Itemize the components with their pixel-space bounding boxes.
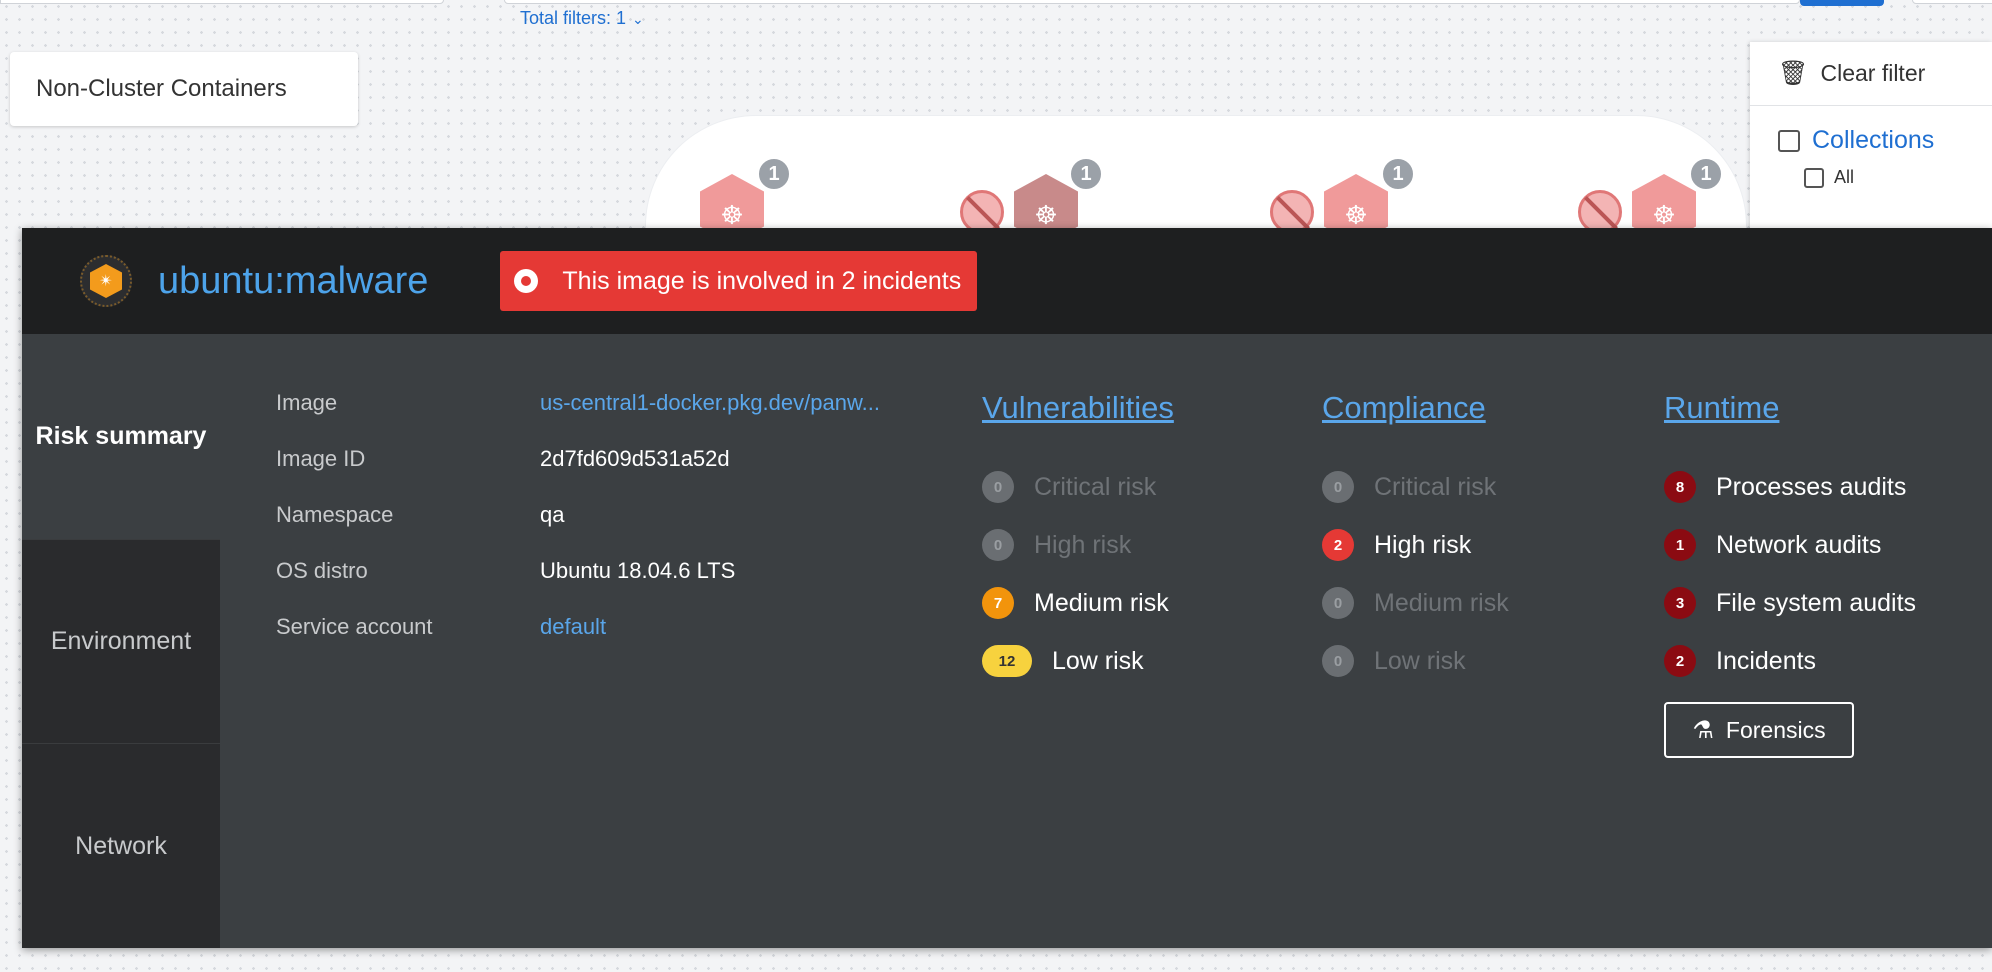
audit-label: Incidents (1716, 646, 1817, 675)
count-badge: 7 (982, 587, 1014, 619)
risk-label: Critical risk (1034, 472, 1157, 501)
compliance-section: Compliance 0 Critical risk 2 High risk 0… (1322, 390, 1509, 690)
forensics-button[interactable]: ⚗ Forensics (1664, 702, 1854, 758)
all-collections-filter[interactable]: All (1750, 167, 1992, 188)
risk-label: Low risk (1374, 646, 1466, 675)
count-badge: 2 (1664, 645, 1696, 677)
all-label: All (1834, 167, 1855, 187)
info-row: OS distro Ubuntu 18.04.6 LTS (276, 558, 880, 614)
count-badge: 8 (1664, 471, 1696, 503)
all-checkbox[interactable] (1804, 167, 1824, 188)
non-cluster-containers-label: Non-Cluster Containers (36, 75, 287, 102)
tab-network[interactable]: Network (22, 744, 220, 948)
node-count-badge: 1 (1380, 156, 1416, 192)
audit-label: Network audits (1716, 530, 1882, 559)
runtime-filesystem[interactable]: 3 File system audits (1664, 574, 1916, 632)
info-key: Image (276, 390, 338, 415)
detail-tabs: Risk summary Environment Network (22, 334, 220, 948)
count-badge: 2 (1322, 529, 1354, 561)
service-account-link[interactable]: default (540, 614, 606, 640)
compliance-low[interactable]: 0 Low risk (1322, 632, 1509, 690)
runtime-section: Runtime 8 Processes audits 1 Network aud… (1664, 390, 1916, 758)
image-node[interactable]: 1 (1578, 156, 1724, 244)
count-badge: 0 (982, 471, 1014, 503)
chevron-down-icon: ⌄ (632, 11, 644, 27)
node-count-badge: 1 (1688, 156, 1724, 192)
risk-label: High risk (1034, 530, 1132, 559)
tab-environment[interactable]: Environment (22, 540, 220, 744)
total-filters-toggle[interactable]: Total filters: 1 ⌄ (520, 8, 644, 29)
count-badge: 1 (1664, 529, 1696, 561)
detail-header: ✴ ubuntu:malware This image is involved … (22, 228, 1992, 334)
image-node[interactable]: 1 (960, 156, 1104, 244)
filter-panel: 🗑 Clear filter Collections All (1750, 42, 1992, 242)
total-filters-label: Total filters: 1 (520, 8, 627, 28)
info-key: Image ID (276, 446, 366, 471)
count-badge: 3 (1664, 587, 1696, 619)
risk-label: Medium risk (1374, 588, 1509, 617)
audit-label: Processes audits (1716, 472, 1907, 501)
clear-filter-button[interactable]: 🗑 Clear filter (1750, 42, 1992, 106)
image-detail-panel: ✴ ubuntu:malware This image is involved … (22, 228, 1992, 948)
image-logo-icon: ✴ (80, 255, 132, 307)
runtime-link[interactable]: Runtime (1664, 390, 1916, 426)
toolbar-input-right[interactable] (1912, 0, 1992, 4)
forensics-label: Forensics (1725, 716, 1826, 743)
risk-label: Critical risk (1374, 472, 1497, 501)
clear-filter-label: Clear filter (1820, 60, 1926, 86)
collections-checkbox[interactable] (1778, 129, 1800, 152)
incident-alert-banner[interactable]: This image is involved in 2 incidents (500, 251, 978, 311)
non-cluster-containers-card[interactable]: Non-Cluster Containers (10, 52, 358, 126)
compliance-critical[interactable]: 0 Critical risk (1322, 458, 1509, 516)
trash-icon: 🗑 (1778, 60, 1809, 87)
image-info: Image us-central1-docker.pkg.dev/panw...… (276, 390, 880, 670)
info-row: Image us-central1-docker.pkg.dev/panw... (276, 390, 880, 446)
audit-label: File system audits (1716, 588, 1917, 617)
alert-icon (514, 269, 539, 293)
compliance-link[interactable]: Compliance (1322, 390, 1509, 426)
incident-alert-text: This image is involved in 2 incidents (562, 266, 962, 295)
vuln-low[interactable]: 12 Low risk (982, 632, 1174, 690)
image-link[interactable]: us-central1-docker.pkg.dev/panw... (540, 390, 880, 416)
collections-label: Collections (1812, 126, 1935, 154)
tab-risk-summary[interactable]: Risk summary (22, 334, 220, 540)
compliance-high[interactable]: 2 High risk (1322, 516, 1509, 574)
info-value: 2d7fd609d531a52d (540, 446, 730, 471)
count-badge: 0 (1322, 587, 1354, 619)
microscope-icon: ⚗ (1692, 716, 1714, 744)
vulnerabilities-link[interactable]: Vulnerabilities (982, 390, 1174, 426)
collections-filter[interactable]: Collections (1750, 126, 1992, 155)
risk-label: High risk (1374, 530, 1472, 559)
vuln-critical[interactable]: 0 Critical risk (982, 458, 1174, 516)
apply-button[interactable] (1800, 0, 1884, 6)
risk-label: Low risk (1052, 646, 1144, 675)
image-node[interactable]: 1 (1270, 156, 1416, 244)
vuln-medium[interactable]: 7 Medium risk (982, 574, 1174, 632)
node-count-badge: 1 (1068, 156, 1104, 192)
info-key: Namespace (276, 502, 394, 527)
vulnerabilities-section: Vulnerabilities 0 Critical risk 0 High r… (982, 390, 1174, 690)
info-row: Namespace qa (276, 502, 880, 558)
risk-label: Medium risk (1034, 588, 1169, 617)
search-input-left[interactable] (0, 0, 444, 4)
count-badge: 12 (982, 645, 1032, 677)
info-value: Ubuntu 18.04.6 LTS (540, 558, 736, 583)
runtime-processes[interactable]: 8 Processes audits (1664, 458, 1916, 516)
image-node[interactable]: 1 (700, 156, 820, 244)
vuln-high[interactable]: 0 High risk (982, 516, 1174, 574)
runtime-network[interactable]: 1 Network audits (1664, 516, 1916, 574)
info-row: Service account default (276, 614, 880, 670)
count-badge: 0 (1322, 645, 1354, 677)
node-count-badge: 1 (756, 156, 792, 192)
filter-input[interactable] (504, 0, 1800, 4)
count-badge: 0 (1322, 471, 1354, 503)
compliance-medium[interactable]: 0 Medium risk (1322, 574, 1509, 632)
info-key: Service account (276, 614, 433, 639)
runtime-incidents[interactable]: 2 Incidents (1664, 632, 1916, 690)
count-badge: 0 (982, 529, 1014, 561)
info-value: qa (540, 502, 565, 527)
info-key: OS distro (276, 558, 368, 583)
image-title[interactable]: ubuntu:malware (158, 260, 428, 303)
info-row: Image ID 2d7fd609d531a52d (276, 446, 880, 502)
